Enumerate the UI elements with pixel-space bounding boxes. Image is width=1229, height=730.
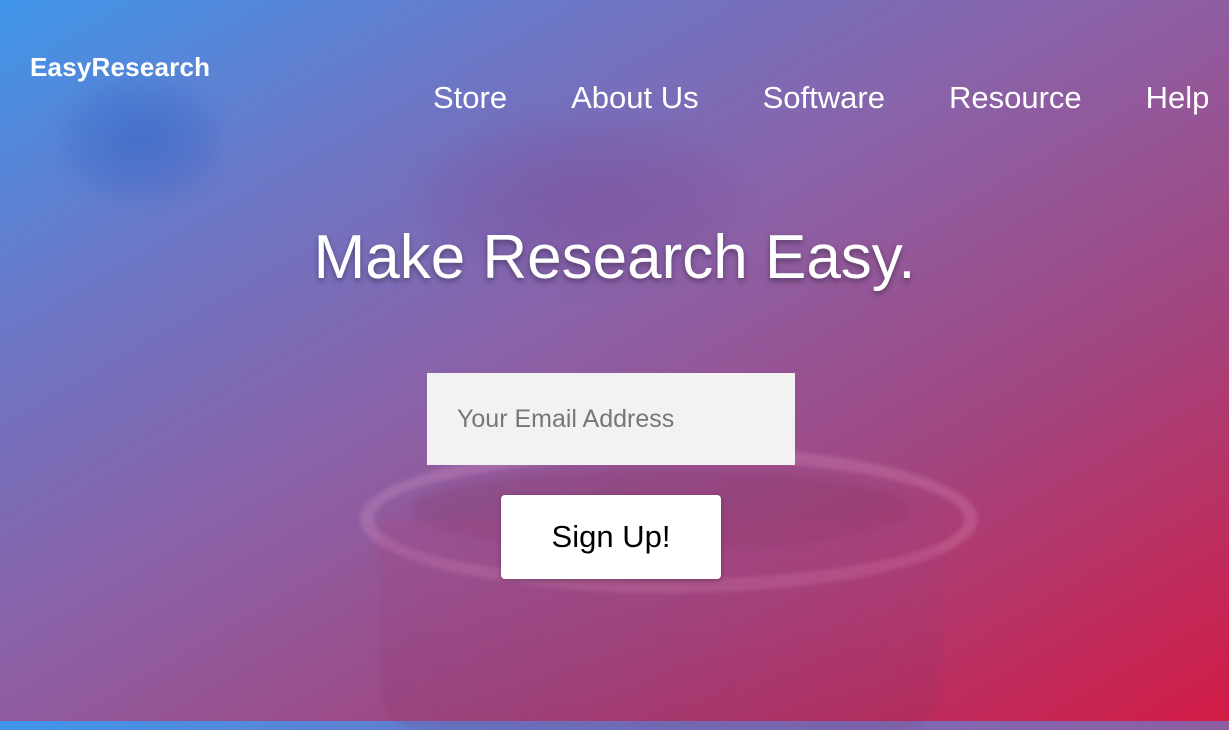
hero-headline: Make Research Easy. xyxy=(313,223,916,292)
brand-logo[interactable]: EasyResearch xyxy=(30,52,210,83)
nav-item-help[interactable]: Help xyxy=(1146,80,1210,116)
nav-item-resource[interactable]: Resource xyxy=(949,80,1082,116)
nav-item-about-us[interactable]: About Us xyxy=(571,80,699,116)
nav-item-store[interactable]: Store xyxy=(433,80,507,116)
email-input[interactable] xyxy=(427,373,795,465)
nav-item-software[interactable]: Software xyxy=(763,80,885,116)
sign-up-button[interactable]: Sign Up! xyxy=(501,495,721,579)
background-blur-shape xyxy=(60,80,220,200)
main-nav: Store About Us Software Resource Help xyxy=(433,80,1209,116)
